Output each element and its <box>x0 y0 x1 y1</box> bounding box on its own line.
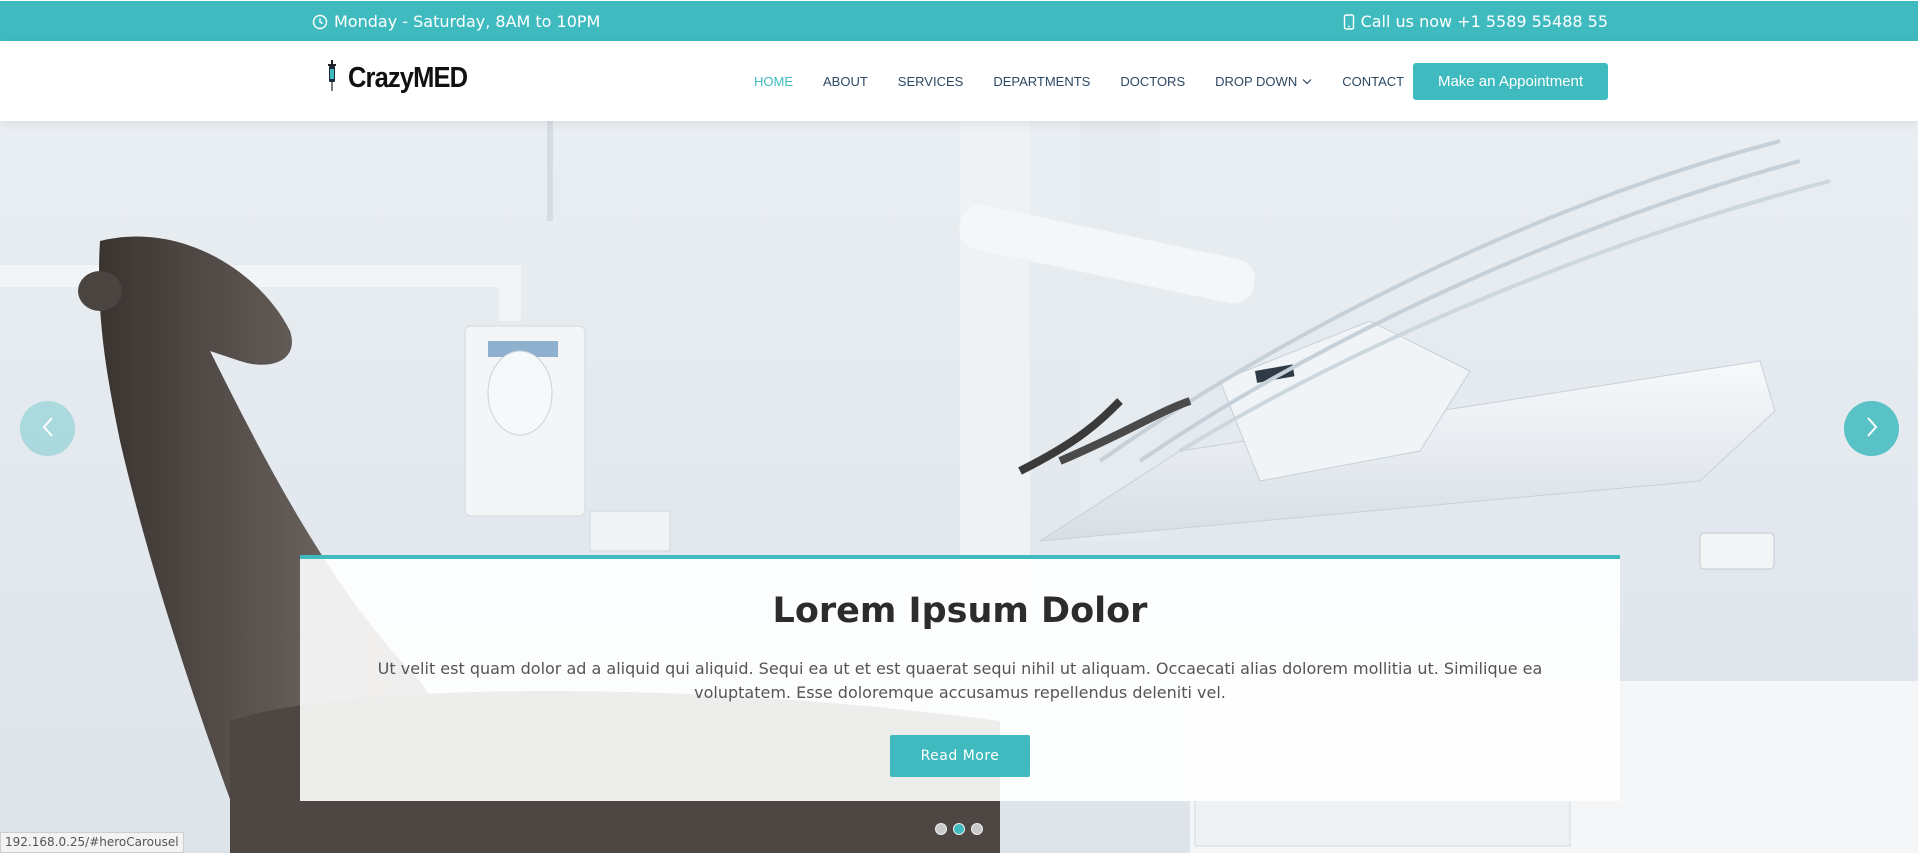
nav-item-dropdown[interactable]: DROP DOWN <box>1215 74 1312 89</box>
clock-icon <box>312 14 328 30</box>
nav-label: ABOUT <box>823 73 868 89</box>
carousel-prev-button[interactable] <box>20 401 75 456</box>
nav-item-about[interactable]: ABOUT <box>823 74 868 89</box>
site-header: CrazyMED HOME ABOUT SERVICES DEPARTMENTS… <box>0 41 1918 121</box>
chevron-left-icon <box>40 415 56 443</box>
status-bar-url: 192.168.0.25/#heroCarousel <box>0 832 184 853</box>
hero-title: Lorem Ipsum Dolor <box>772 591 1148 631</box>
carousel-next-button[interactable] <box>1844 401 1899 456</box>
hero-description: Ut velit est quam dolor ad a aliquid qui… <box>377 659 1543 702</box>
nav-item-contact[interactable]: CONTACT <box>1342 74 1404 89</box>
nav-label: SERVICES <box>897 73 964 89</box>
nav-item-departments[interactable]: DEPARTMENTS <box>993 74 1090 89</box>
carousel-indicators <box>935 823 989 835</box>
nav-label: DOCTORS <box>1120 73 1186 89</box>
business-hours: Monday - Saturday, 8AM to 10PM <box>312 1 600 42</box>
carousel-indicator-1[interactable] <box>935 823 947 835</box>
nav-label: DEPARTMENTS <box>993 73 1091 89</box>
hero-caption: Lorem Ipsum Dolor Ut velit est quam dolo… <box>300 555 1620 801</box>
nav-label: CONTACT <box>1342 73 1405 89</box>
hero-carousel: Lorem Ipsum Dolor Ut velit est quam dolo… <box>0 121 1918 853</box>
nav-label: DROP DOWN <box>1215 73 1298 89</box>
read-more-button[interactable]: Read More <box>890 735 1030 777</box>
logo[interactable]: CrazyMED <box>326 60 483 96</box>
business-hours-text: Monday - Saturday, 8AM to 10PM <box>334 12 601 31</box>
nav-item-services[interactable]: SERVICES <box>898 74 964 89</box>
syringe-icon <box>326 60 338 96</box>
carousel-indicator-2[interactable] <box>953 823 965 835</box>
nav-item-home[interactable]: HOME <box>754 74 793 89</box>
nav-item-doctors[interactable]: DOCTORS <box>1120 74 1185 89</box>
nav-label: HOME <box>754 73 793 89</box>
make-appointment-button[interactable]: Make an Appointment <box>1413 63 1608 100</box>
chevron-right-icon <box>1864 415 1880 443</box>
chevron-down-icon <box>1302 78 1312 85</box>
contact-phone: Call us now +1 5589 55488 55 <box>1343 1 1608 42</box>
carousel-indicator-3[interactable] <box>971 823 983 835</box>
main-nav: HOME ABOUT SERVICES DEPARTMENTS DOCTORS … <box>754 41 1434 121</box>
logo-text: CrazyMED <box>348 61 468 94</box>
phone-icon <box>1343 13 1355 30</box>
top-bar: Monday - Saturday, 8AM to 10PM Call us n… <box>0 0 1918 41</box>
contact-phone-text: Call us now +1 5589 55488 55 <box>1360 12 1608 31</box>
